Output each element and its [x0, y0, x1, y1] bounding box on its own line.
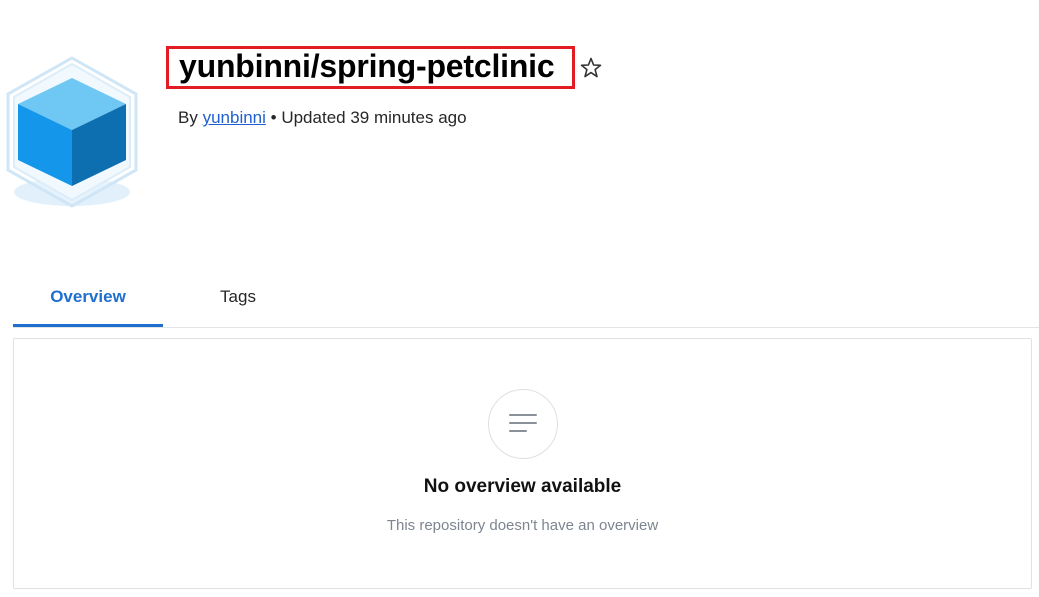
overview-panel: No overview available This repository do…: [13, 338, 1032, 589]
repo-title-row: yunbinni/spring-petclinic: [166, 46, 603, 89]
tab-overview[interactable]: Overview: [13, 268, 163, 327]
repo-meta: By yunbinni • Updated 39 minutes ago: [178, 108, 467, 128]
repo-title: yunbinni/spring-petclinic: [179, 48, 555, 84]
meta-separator: •: [270, 108, 277, 127]
repository-page: yunbinni/spring-petclinic By yunbinni • …: [0, 0, 1039, 597]
by-label: By: [178, 108, 198, 127]
author-link[interactable]: yunbinni: [203, 108, 266, 127]
text-lines-icon: [488, 389, 558, 459]
empty-overview-title: No overview available: [423, 476, 622, 497]
tab-tags[interactable]: Tags: [163, 268, 313, 326]
repo-tabs: Overview Tags: [13, 268, 1039, 328]
cube-icon: [6, 56, 138, 208]
updated-label: Updated 39 minutes ago: [281, 108, 467, 127]
empty-overview-subtitle: This repository doesn't have an overview: [386, 517, 659, 534]
title-highlight-box: yunbinni/spring-petclinic: [166, 46, 575, 89]
star-icon[interactable]: [579, 56, 603, 80]
